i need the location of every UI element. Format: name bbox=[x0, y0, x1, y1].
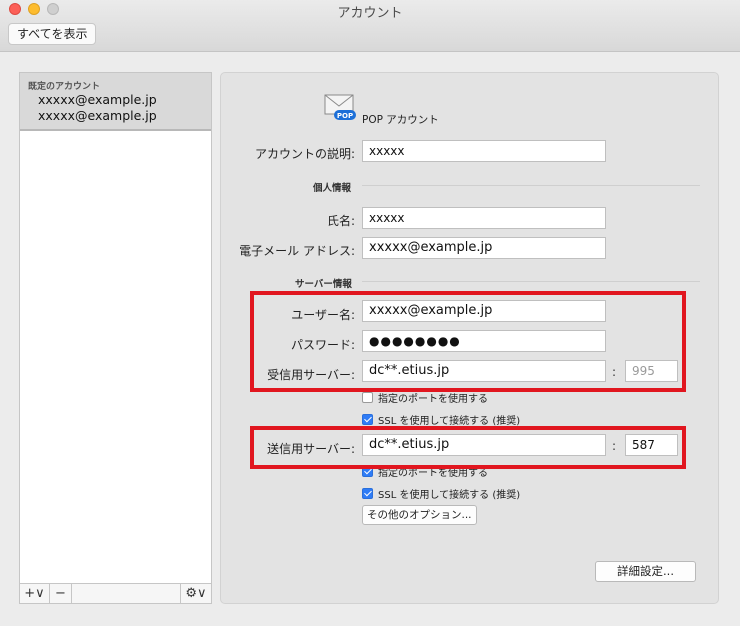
email-label: 電子メール アドレス: bbox=[239, 244, 355, 258]
outgoing-custom-port-checkbox[interactable] bbox=[362, 466, 373, 477]
outgoing-custom-port-label: 指定のポートを使用する bbox=[378, 468, 488, 479]
account-list-item[interactable]: xxxxx@example.jp bbox=[28, 92, 211, 108]
gear-menu-button[interactable]: ⚙∨ bbox=[181, 584, 211, 603]
outgoing-custom-port-option[interactable]: 指定のポートを使用する bbox=[362, 464, 488, 479]
outgoing-ssl-label: SSL を使用して接続する (推奨) bbox=[378, 490, 521, 501]
description-field[interactable]: xxxxx bbox=[362, 140, 606, 162]
incoming-custom-port-checkbox[interactable] bbox=[362, 392, 373, 403]
outgoing-port-field[interactable]: 587 bbox=[625, 434, 678, 456]
username-label: ユーザー名: bbox=[291, 308, 355, 322]
personal-info-divider bbox=[362, 185, 700, 186]
add-account-button[interactable]: +∨ bbox=[20, 584, 50, 603]
incoming-server-label: 受信用サーバー: bbox=[267, 368, 355, 382]
outgoing-ssl-checkbox[interactable] bbox=[362, 488, 373, 499]
account-type-label: POP アカウント bbox=[362, 114, 439, 126]
incoming-server-field[interactable]: dc**.etius.jp bbox=[362, 360, 606, 382]
incoming-port-colon: : bbox=[612, 365, 617, 379]
sidebar-toolbar-spacer bbox=[72, 584, 181, 603]
incoming-ssl-checkbox[interactable] bbox=[362, 414, 373, 425]
advanced-settings-button[interactable]: 詳細設定... bbox=[595, 561, 696, 582]
incoming-custom-port-option[interactable]: 指定のポートを使用する bbox=[362, 390, 488, 405]
name-field[interactable]: xxxxx bbox=[362, 207, 606, 229]
personal-info-section-label: 個人情報 bbox=[313, 183, 352, 194]
show-all-button[interactable]: すべてを表示 bbox=[8, 23, 97, 45]
default-account-group-label: 既定のアカウント bbox=[28, 82, 101, 92]
outgoing-server-label: 送信用サーバー: bbox=[267, 442, 355, 456]
incoming-ssl-option[interactable]: SSL を使用して接続する (推奨) bbox=[362, 412, 520, 427]
remove-account-button[interactable]: − bbox=[50, 584, 72, 603]
window-title: アカウント bbox=[337, 6, 403, 21]
mail-envelope-icon: POP bbox=[323, 94, 357, 122]
sidebar-toolbar: +∨ − ⚙∨ bbox=[20, 583, 211, 603]
outgoing-server-field[interactable]: dc**.etius.jp bbox=[362, 434, 606, 456]
default-account-group[interactable]: 既定のアカウント xxxxx@example.jp xxxxx@example.… bbox=[20, 73, 211, 131]
outgoing-ssl-option[interactable]: SSL を使用して接続する (推奨) bbox=[362, 486, 520, 501]
email-field[interactable]: xxxxx@example.jp bbox=[362, 237, 606, 259]
password-field[interactable]: ●●●●●●●● bbox=[362, 330, 606, 352]
username-field[interactable]: xxxxx@example.jp bbox=[362, 300, 606, 322]
name-label: 氏名: bbox=[326, 214, 355, 228]
incoming-ssl-label: SSL を使用して接続する (推奨) bbox=[378, 416, 521, 427]
title-bar: アカウント すべてを表示 bbox=[0, 0, 740, 52]
description-label: アカウントの説明: bbox=[254, 147, 355, 161]
pop-badge-text: POP bbox=[337, 112, 353, 120]
server-info-section-label: サーバー情報 bbox=[295, 279, 352, 290]
outgoing-port-colon: : bbox=[612, 439, 617, 453]
password-label: パスワード: bbox=[290, 338, 355, 352]
account-list-item[interactable]: xxxxx@example.jp bbox=[28, 108, 211, 124]
more-options-button[interactable]: その他のオプション... bbox=[362, 505, 477, 525]
server-info-divider bbox=[362, 281, 700, 282]
incoming-port-field[interactable]: 995 bbox=[625, 360, 678, 382]
incoming-custom-port-label: 指定のポートを使用する bbox=[378, 394, 488, 405]
